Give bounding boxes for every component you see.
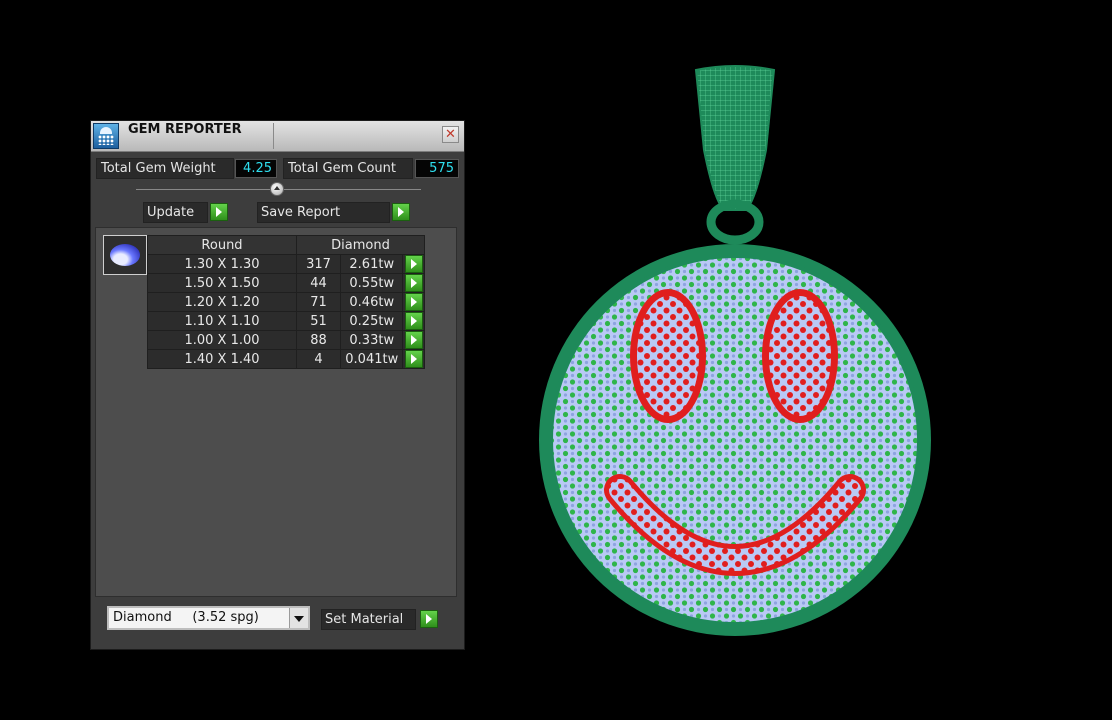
table-row: 1.00 X 1.00 88 0.33tw bbox=[147, 330, 425, 350]
title-bar[interactable]: GEM REPORTER ✕ bbox=[91, 121, 464, 152]
gem-size: 1.30 X 1.30 bbox=[147, 254, 297, 274]
table-row: 1.40 X 1.40 4 0.041tw bbox=[147, 349, 425, 369]
row-go-cell bbox=[402, 254, 425, 274]
gem-count: 317 bbox=[295, 254, 342, 274]
bail-shape bbox=[694, 65, 776, 211]
table-row: 1.30 X 1.30 317 2.61tw bbox=[147, 254, 425, 274]
row-go-cell bbox=[402, 292, 425, 312]
table-row: 1.10 X 1.10 51 0.25tw bbox=[147, 311, 425, 331]
set-material-go-icon[interactable] bbox=[420, 610, 438, 628]
row-go-cell bbox=[402, 311, 425, 331]
material-header: Diamond bbox=[296, 235, 425, 255]
table-row: 1.20 X 1.20 71 0.46tw bbox=[147, 292, 425, 312]
save-report-go-icon[interactable] bbox=[392, 203, 410, 221]
gem-count: 51 bbox=[295, 311, 342, 331]
gem-count: 71 bbox=[295, 292, 342, 312]
row-select-go-icon[interactable] bbox=[404, 255, 423, 273]
material-selected-value: Diamond (3.52 spg) bbox=[113, 610, 259, 625]
gem-size: 1.00 X 1.00 bbox=[147, 330, 297, 350]
update-button[interactable]: Update bbox=[143, 202, 208, 223]
title-divider bbox=[273, 123, 274, 149]
close-icon[interactable]: ✕ bbox=[442, 126, 459, 143]
gem-reporter-logo-icon bbox=[93, 123, 119, 149]
total-gem-weight-value: 4.25 bbox=[235, 159, 277, 178]
material-select[interactable]: Diamond (3.52 spg) bbox=[107, 606, 310, 630]
row-select-go-icon[interactable] bbox=[404, 293, 423, 311]
row-select-go-icon[interactable] bbox=[404, 312, 423, 330]
gem-size: 1.50 X 1.50 bbox=[147, 273, 297, 293]
row-go-cell bbox=[402, 330, 425, 350]
gem-weight: 2.61tw bbox=[340, 254, 404, 274]
chevron-down-icon[interactable] bbox=[289, 608, 308, 628]
splitter-handle[interactable] bbox=[270, 182, 284, 196]
gem-reporter-panel: GEM REPORTER ✕ Total Gem Weight 4.25 Tot… bbox=[90, 120, 465, 650]
gem-weight: 0.46tw bbox=[340, 292, 404, 312]
row-go-cell bbox=[402, 349, 425, 369]
total-gem-weight-label: Total Gem Weight bbox=[96, 158, 234, 179]
row-select-go-icon[interactable] bbox=[404, 331, 423, 349]
row-select-go-icon[interactable] bbox=[404, 274, 423, 292]
row-go-cell bbox=[402, 273, 425, 293]
gem-size: 1.20 X 1.20 bbox=[147, 292, 297, 312]
gem-size: 1.40 X 1.40 bbox=[147, 349, 297, 369]
gem-table: Round Diamond 1.30 X 1.30 317 2.61tw 1.5… bbox=[147, 235, 425, 369]
row-select-go-icon[interactable] bbox=[404, 350, 423, 368]
total-gem-count-value: 575 bbox=[415, 159, 459, 178]
smiley-pendant-render[interactable] bbox=[520, 60, 940, 650]
window-title: GEM REPORTER bbox=[128, 122, 242, 137]
gem-count: 4 bbox=[295, 349, 342, 369]
round-gem-icon[interactable] bbox=[103, 235, 147, 275]
table-row: 1.50 X 1.50 44 0.55tw bbox=[147, 273, 425, 293]
gem-weight: 0.55tw bbox=[340, 273, 404, 293]
gem-count: 88 bbox=[295, 330, 342, 350]
total-gem-count-label: Total Gem Count bbox=[283, 158, 413, 179]
update-go-icon[interactable] bbox=[210, 203, 228, 221]
gem-size: 1.10 X 1.10 bbox=[147, 311, 297, 331]
set-material-button[interactable]: Set Material bbox=[321, 609, 416, 630]
shape-header: Round bbox=[147, 235, 297, 255]
save-report-button[interactable]: Save Report bbox=[257, 202, 390, 223]
gem-weight: 0.041tw bbox=[340, 349, 404, 369]
gem-weight: 0.33tw bbox=[340, 330, 404, 350]
gem-count: 44 bbox=[295, 273, 342, 293]
gem-weight: 0.25tw bbox=[340, 311, 404, 331]
